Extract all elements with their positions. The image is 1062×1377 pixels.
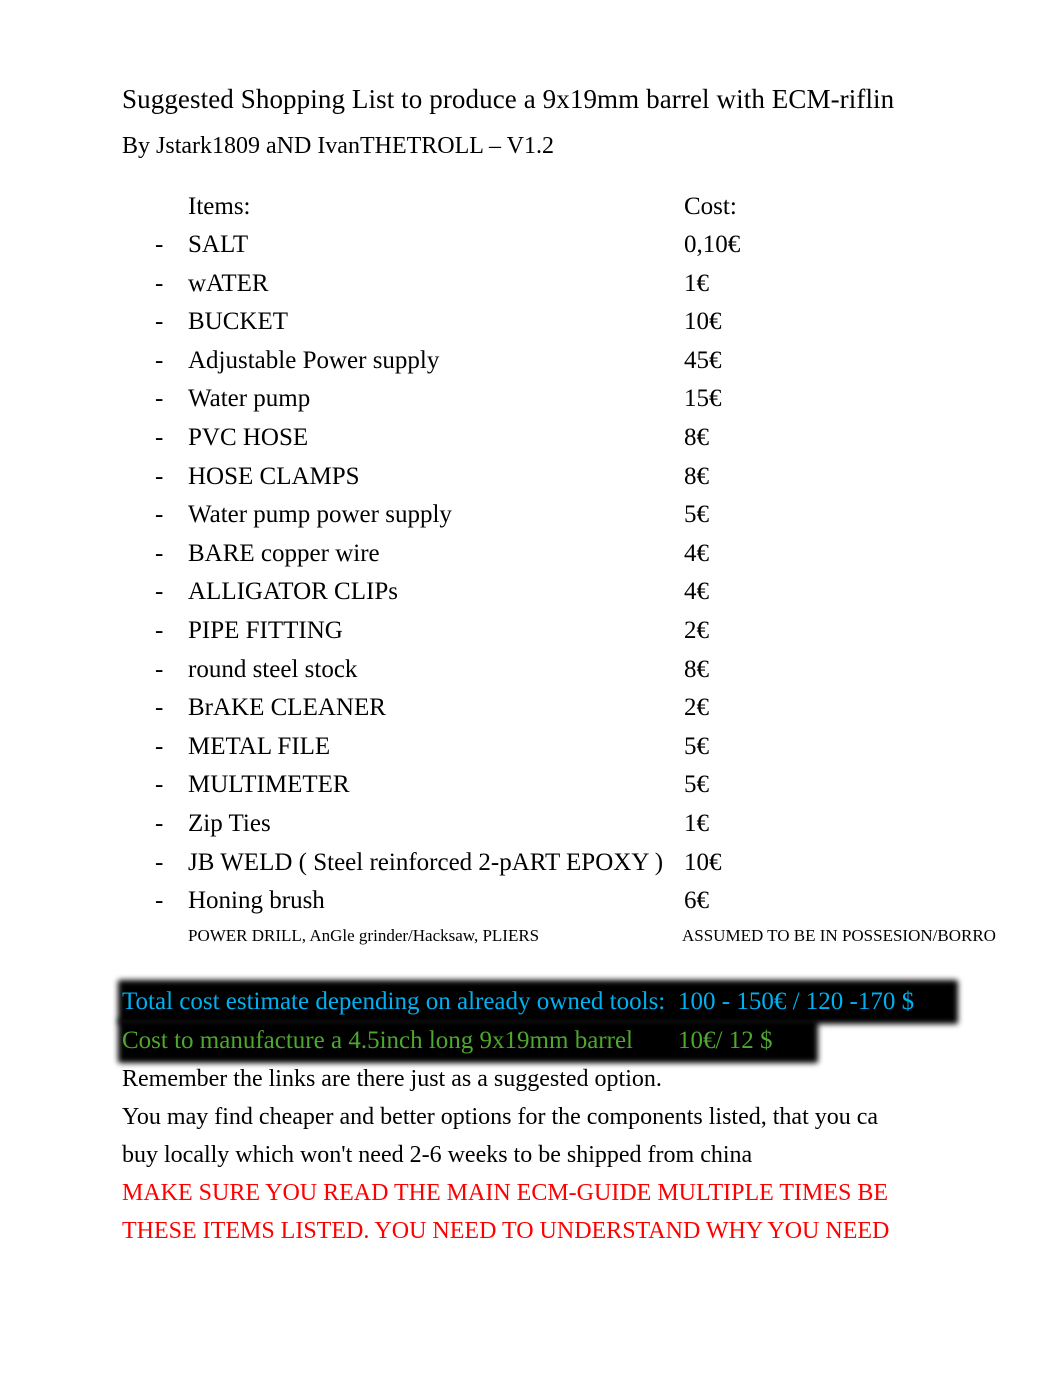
page-title: Suggested Shopping List to produce a 9x1…: [122, 84, 895, 114]
tools-note-text: POWER DRILL, AnGle grinder/Hacksaw, PLIE…: [188, 926, 540, 945]
item-name: PVC HOSE: [188, 423, 309, 451]
list-bullet: -: [155, 462, 164, 490]
list-bullet: -: [155, 578, 164, 606]
table-row: - BUCKET 10€: [122, 303, 1062, 342]
list-bullet: -: [155, 616, 164, 644]
item-name: round steel stock: [188, 655, 358, 683]
list-bullet: -: [155, 539, 164, 567]
item-cost: 8€: [684, 462, 709, 490]
total-cost-label: Total cost estimate depending on already…: [122, 988, 666, 1015]
item-name: Zip Ties: [188, 809, 271, 837]
item-name: JB WELD ( Steel reinforced 2-pART EPOXY …: [188, 848, 664, 876]
document-byline: By Jstark1809 aND IvanTHETROLL – V1.2: [122, 133, 554, 159]
manufacture-cost-label: Cost to manufacture a 4.5inch long 9x19m…: [122, 1027, 633, 1054]
tools-assumption-text: ASSUMED TO BE IN POSSESION/BORRO: [682, 926, 996, 945]
item-cost: 2€: [684, 694, 709, 722]
item-cost: 10€: [684, 848, 722, 876]
list-bullet: -: [155, 269, 164, 297]
item-cost: 1€: [684, 269, 709, 297]
tools-note-row: POWER DRILL, AnGle grinder/Hacksaw, PLIE…: [122, 922, 1062, 950]
table-row: - Adjustable Power supply 45€: [122, 342, 1062, 381]
item-name: BARE copper wire: [188, 539, 380, 567]
table-row: - wATER 1€: [122, 265, 1062, 304]
table-row: - BARE copper wire 4€: [122, 535, 1062, 574]
table-row: - Water pump power supply 5€: [122, 496, 1062, 535]
list-bullet: -: [155, 848, 164, 876]
item-cost: 8€: [684, 655, 709, 683]
document-page: Suggested Shopping List to produce a 9x1…: [0, 0, 1062, 1377]
item-name: Adjustable Power supply: [188, 346, 440, 374]
list-bullet: -: [155, 809, 164, 837]
list-bullet: -: [155, 655, 164, 683]
shopping-list-table: Items: Cost: - SALT 0,10€ - wATER 1€ - B…: [122, 188, 1062, 921]
item-cost: 4€: [684, 578, 709, 606]
item-name: PIPE FITTING: [188, 616, 343, 644]
table-row: - SALT 0,10€: [122, 226, 1062, 265]
column-header-items: Items:: [188, 193, 251, 220]
body-paragraph-3: buy locally which won't need 2-6 weeks t…: [122, 1142, 753, 1168]
table-row: - METAL FILE 5€: [122, 728, 1062, 767]
table-row: - PIPE FITTING 2€: [122, 612, 1062, 651]
table-row: - Honing brush 6€: [122, 882, 1062, 921]
column-header-cost: Cost:: [684, 193, 737, 220]
item-cost: 15€: [684, 385, 722, 413]
list-bullet: -: [155, 732, 164, 760]
list-bullet: -: [155, 423, 164, 451]
list-bullet: -: [155, 346, 164, 374]
item-cost: 1€: [684, 809, 709, 837]
table-row: - HOSE CLAMPS 8€: [122, 458, 1062, 497]
table-row: - Water pump 15€: [122, 380, 1062, 419]
item-cost: 2€: [684, 616, 709, 644]
item-name: SALT: [188, 231, 249, 258]
item-name: Water pump: [188, 385, 311, 413]
item-cost: 8€: [684, 423, 709, 451]
item-name: BrAKE CLEANER: [188, 694, 386, 722]
item-cost: 45€: [684, 346, 722, 374]
item-name: Honing brush: [188, 887, 325, 915]
table-row: - Zip Ties 1€: [122, 805, 1062, 844]
list-bullet: -: [155, 887, 164, 915]
table-header-row: Items: Cost:: [122, 188, 1062, 226]
item-name: Water pump power supply: [188, 501, 452, 529]
list-bullet: -: [155, 501, 164, 529]
table-row: - round steel stock 8€: [122, 651, 1062, 690]
warning-line-1: MAKE SURE YOU READ THE MAIN ECM-GUIDE MU…: [122, 1180, 888, 1206]
list-bullet: -: [155, 771, 164, 799]
total-cost-value: 100 - 150€ / 120 -170 $: [678, 988, 915, 1015]
item-cost: 5€: [684, 732, 709, 760]
body-paragraph-2: You may find cheaper and better options …: [122, 1104, 879, 1130]
list-bullet: -: [155, 231, 164, 258]
item-name: METAL FILE: [188, 732, 331, 760]
manufacture-cost-value: 10€/ 12 $: [678, 1027, 773, 1054]
item-cost: 0,10€: [684, 231, 741, 258]
item-cost: 5€: [684, 501, 709, 529]
list-bullet: -: [155, 385, 164, 413]
item-name: HOSE CLAMPS: [188, 462, 360, 490]
warning-line-2: THESE ITEMS LISTED. YOU NEED TO UNDERSTA…: [122, 1218, 890, 1244]
table-row: - BrAKE CLEANER 2€: [122, 689, 1062, 728]
item-name: wATER: [188, 269, 269, 297]
list-bullet: -: [155, 694, 164, 722]
item-name: ALLIGATOR CLIPs: [188, 578, 398, 606]
item-cost: 5€: [684, 771, 709, 799]
item-cost: 10€: [684, 308, 722, 336]
item-cost: 4€: [684, 539, 709, 567]
table-row: - ALLIGATOR CLIPs 4€: [122, 573, 1062, 612]
table-row: - PVC HOSE 8€: [122, 419, 1062, 458]
table-row: - JB WELD ( Steel reinforced 2-pART EPOX…: [122, 844, 1062, 883]
table-row: - MULTIMETER 5€: [122, 766, 1062, 805]
item-name: MULTIMETER: [188, 771, 350, 799]
list-bullet: -: [155, 308, 164, 336]
item-cost: 6€: [684, 887, 709, 915]
body-paragraph-1: Remember the links are there just as a s…: [122, 1066, 662, 1092]
item-name: BUCKET: [188, 308, 288, 336]
